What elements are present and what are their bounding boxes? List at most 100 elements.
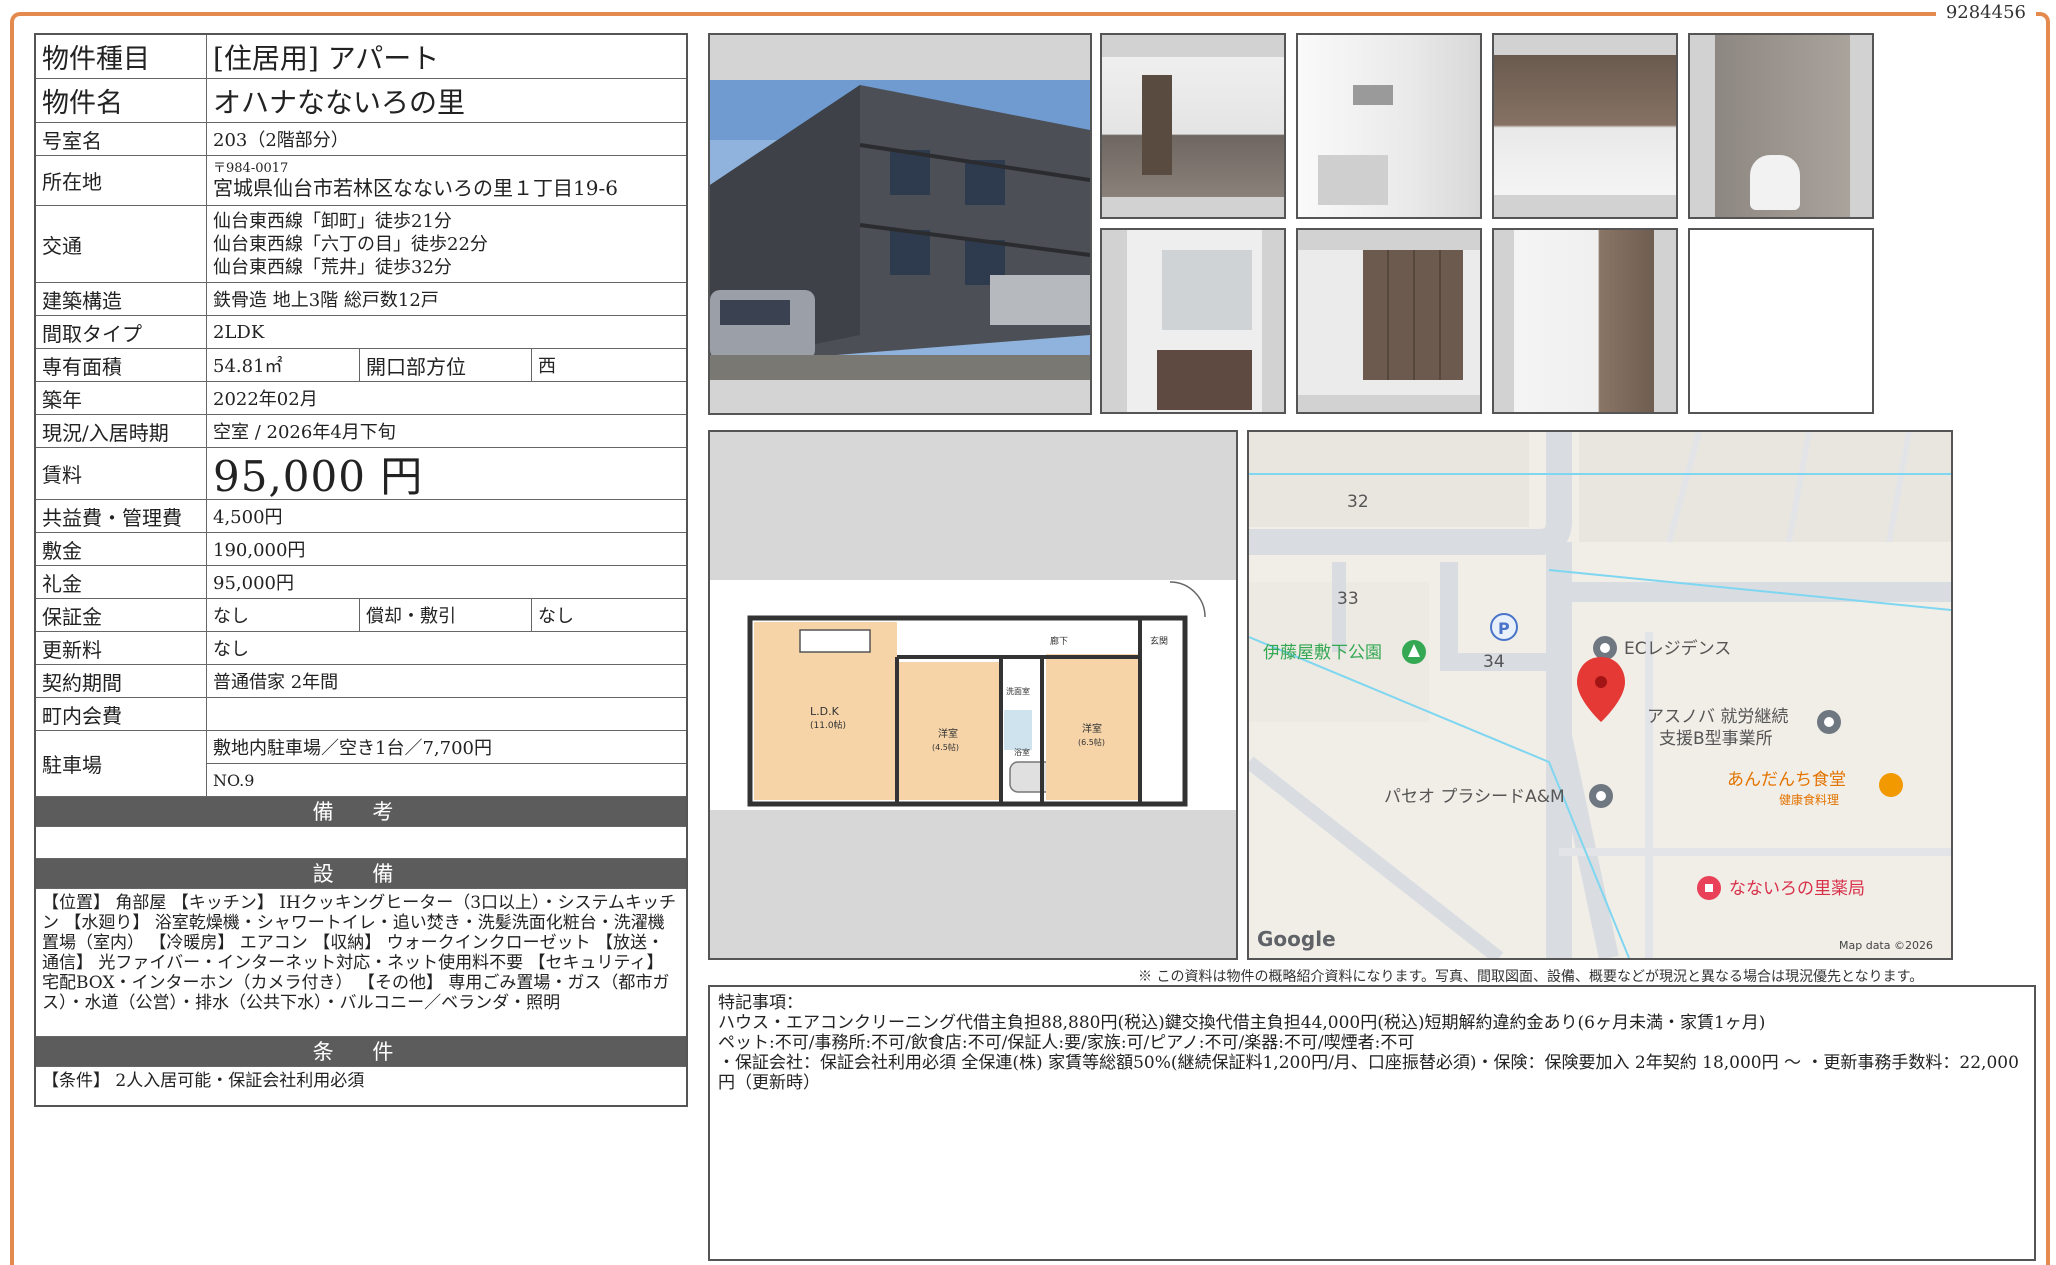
row-type: 物件種目 [住居用] アパート xyxy=(36,35,686,79)
contract-value: 普通借家 2年間 xyxy=(213,672,339,693)
asunoba-label-line2: 支援B型事業所 xyxy=(1659,729,1773,749)
exterior-photo[interactable] xyxy=(708,33,1092,415)
amortization-label: 償却・敷引 xyxy=(360,599,532,631)
toilet-photo-thumbnail[interactable] xyxy=(1688,33,1874,219)
deposit-label: 敷金 xyxy=(36,533,207,565)
room1-size-label: (4.5帖) xyxy=(932,742,959,752)
disclaimer-note: ※ この資料は物件の概略紹介資料になります。写真、間取図面、設備、概要などが現況… xyxy=(1138,969,1924,985)
washroom-label: 洗面室 xyxy=(1006,686,1030,696)
ec-residence-label: ECレジデンス xyxy=(1624,638,1731,659)
map-data-credit: Map data ©2026 xyxy=(1839,939,1933,952)
pharmacy-label: なないろの里薬局 xyxy=(1729,879,1865,899)
room1-label: 洋室 xyxy=(938,727,958,740)
key-money-label: 礼金 xyxy=(36,566,207,598)
room-value: 203（2階部分） xyxy=(213,130,349,151)
ldk-size-label: (11.0帖) xyxy=(810,719,846,731)
entrance-label: 玄関 xyxy=(1150,635,1168,647)
row-transport: 交通 仙台東西線「卸町」徒歩21分 仙台東西線「六丁の目」徒歩22分 仙台東西線… xyxy=(36,206,686,283)
floor-plan-drawing: L.D.K (11.0帖) 洋室 (4.5帖) 洋室 (6.5帖) 廊下 玄関 … xyxy=(710,580,1236,810)
deposit-value: 190,000円 xyxy=(213,540,306,561)
fee-label: 共益費・管理費 xyxy=(36,500,207,532)
room-photo-thumbnail[interactable] xyxy=(1100,33,1286,219)
remarks-text xyxy=(36,827,686,859)
renewal-value: なし xyxy=(213,639,249,660)
name-label: 物件名 xyxy=(36,79,207,122)
renewal-label: 更新料 xyxy=(36,632,207,664)
rent-label: 賃料 xyxy=(36,448,207,499)
washbasin-photo-thumbnail[interactable] xyxy=(1100,228,1286,414)
layout-label: 間取タイプ xyxy=(36,316,207,348)
row-contract: 契約期間 普通借家 2年間 xyxy=(36,665,686,698)
park-label: 伊藤屋敷下公園 xyxy=(1263,643,1382,663)
row-room: 号室名 203（2階部分） xyxy=(36,123,686,156)
room2-size-label: (6.5帖) xyxy=(1078,737,1105,747)
key-money-value: 95,000円 xyxy=(213,573,294,594)
conditions-text: 【条件】 2人入居可能・保証会社利用必須 xyxy=(42,1071,365,1091)
built-label: 築年 xyxy=(36,382,207,414)
location-map[interactable]: 32 33 34 P 伊藤屋敷下公園 ECレジデンス アスノバ 就労継続 支援B… xyxy=(1247,430,1953,960)
room-label: 号室名 xyxy=(36,123,207,155)
community-label: 町内会費 xyxy=(36,698,207,730)
restaurant-icon xyxy=(1879,773,1903,797)
transport-label: 交通 xyxy=(36,206,207,282)
document-id: 9284456 xyxy=(1935,2,2036,23)
row-deposit: 敷金 190,000円 xyxy=(36,533,686,566)
row-built: 築年 2022年02月 xyxy=(36,382,686,415)
guarantee-label: 保証金 xyxy=(36,599,207,631)
closet-photo-thumbnail[interactable] xyxy=(1296,228,1482,414)
ldk-label: L.D.K xyxy=(810,705,840,718)
fee-value: 4,500円 xyxy=(213,507,283,528)
zip-code: 〒984-0017 xyxy=(213,161,289,176)
special-notes-line: ペット:不可/事務所:不可/飲食店:不可/保証人:要/家族:可/ピアノ:不可/楽… xyxy=(718,1033,1415,1053)
name-value: オハナなないろの里 xyxy=(213,85,466,119)
row-renewal: 更新料 なし xyxy=(36,632,686,665)
rent-value: 95,000 円 xyxy=(213,452,424,501)
parking-value: 敷地内駐車場／空き1台／7,700円 xyxy=(207,731,686,764)
storage-photo-thumbnail[interactable] xyxy=(1492,228,1678,414)
layout-value: 2LDK xyxy=(213,321,265,343)
row-key-money: 礼金 95,000円 xyxy=(36,566,686,599)
parking-icon-label: P xyxy=(1498,619,1510,638)
google-logo: Google xyxy=(1257,927,1336,951)
address-value: 宮城県仙台市若林区なないろの里１丁目19-6 xyxy=(213,176,618,200)
map-number-33: 33 xyxy=(1337,589,1359,609)
parking-label: 駐車場 xyxy=(36,731,207,796)
area-value: 54.81㎡ xyxy=(207,349,360,381)
type-label: 物件種目 xyxy=(36,35,207,78)
row-guarantee: 保証金 なし 償却・敷引 なし xyxy=(36,599,686,632)
special-notes-line: ・保証会社：保証会社利用必須 全保連(株) 家賃等総額50%(継続保証料1,20… xyxy=(718,1053,2019,1093)
kitchen-photo-thumbnail[interactable] xyxy=(1296,33,1482,219)
row-address: 所在地 〒984-0017 宮城県仙台市若林区なないろの里１丁目19-6 xyxy=(36,156,686,206)
structure-value: 鉄骨造 地上3階 総戸数12戸 xyxy=(213,290,439,311)
parking-number: NO.9 xyxy=(213,770,255,790)
row-parking: 駐車場 敷地内駐車場／空き1台／7,700円 NO.9 xyxy=(36,731,686,797)
special-notes-line: ハウス・エアコンクリーニング代借主負担88,880円(税込)鍵交換代借主負担44… xyxy=(718,1013,1766,1033)
contract-label: 契約期間 xyxy=(36,665,207,697)
direction-label: 開口部方位 xyxy=(360,349,532,381)
row-community: 町内会費 xyxy=(36,698,686,731)
transport-line: 仙台東西線「卸町」徒歩21分 xyxy=(213,210,452,232)
row-rent: 賃料 95,000 円 xyxy=(36,448,686,501)
community-value xyxy=(207,698,686,730)
property-info-table: 物件種目 [住居用] アパート 物件名 オハナなないろの里 号室名 203（2階… xyxy=(34,33,688,1107)
guarantee-value: なし xyxy=(207,599,360,631)
transport-line: 仙台東西線「六丁の目」徒歩22分 xyxy=(213,233,488,255)
building-image xyxy=(710,80,1091,380)
floor-plan[interactable]: L.D.K (11.0帖) 洋室 (4.5帖) 洋室 (6.5帖) 廊下 玄関 … xyxy=(708,430,1238,960)
equipment-text: 【位置】 角部屋 【キッチン】 IHクッキングヒーター（3口以上）・システムキッ… xyxy=(36,889,686,1037)
special-notes-box: 特記事項： ハウス・エアコンクリーニング代借主負担88,880円(税込)鍵交換代… xyxy=(708,985,2036,1261)
paseo-label: パセオ プラシードA&M xyxy=(1384,787,1565,807)
direction-value: 西 xyxy=(538,356,556,377)
hall-label: 廊下 xyxy=(1050,635,1068,647)
equipment-header: 設 備 xyxy=(36,859,686,889)
area-label: 専有面積 xyxy=(36,349,207,381)
room2-label: 洋室 xyxy=(1082,722,1102,735)
row-structure: 建築構造 鉄骨造 地上3階 総戸数12戸 xyxy=(36,283,686,316)
row-layout: 間取タイプ 2LDK xyxy=(36,316,686,349)
transport-line: 仙台東西線「荒井」徒歩32分 xyxy=(213,256,452,278)
map-canvas: 32 33 34 P 伊藤屋敷下公園 ECレジデンス アスノバ 就労継続 支援B… xyxy=(1249,432,1951,958)
restaurant-sublabel: 健康食料理 xyxy=(1779,792,1839,807)
bathroom-photo-thumbnail[interactable] xyxy=(1492,33,1678,219)
map-number-34: 34 xyxy=(1483,652,1505,672)
bath-label: 浴室 xyxy=(1014,747,1030,757)
